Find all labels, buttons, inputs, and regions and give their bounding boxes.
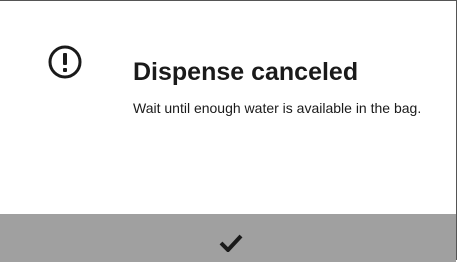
confirm-button[interactable] <box>0 214 456 262</box>
checkmark-icon <box>219 234 243 252</box>
dialog-message: Wait until enough water is available in … <box>133 100 422 116</box>
exclamation-circle-icon <box>48 45 82 79</box>
dispense-canceled-dialog: Dispense canceled Wait until enough wate… <box>0 0 457 262</box>
dialog-title: Dispense canceled <box>133 58 359 86</box>
